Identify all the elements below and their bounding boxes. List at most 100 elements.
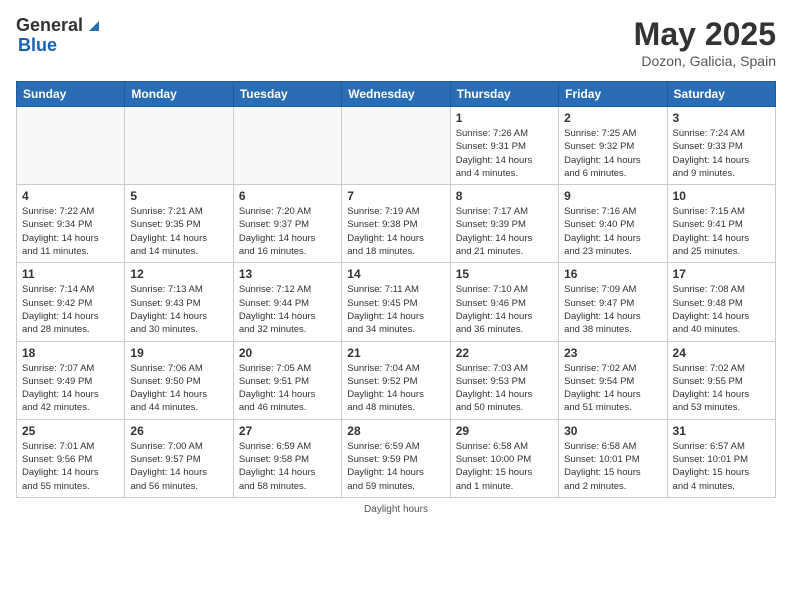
day-number: 18 [22,346,119,360]
day-number: 8 [456,189,553,203]
day-info: Sunrise: 6:59 AM Sunset: 9:59 PM Dayligh… [347,440,444,493]
day-info: Sunrise: 7:05 AM Sunset: 9:51 PM Dayligh… [239,362,336,415]
day-number: 21 [347,346,444,360]
calendar-cell: 11 Sunrise: 7:14 AM Sunset: 9:42 PM Dayli… [17,263,125,341]
calendar-cell: 4 Sunrise: 7:22 AM Sunset: 9:34 PM Daylig… [17,185,125,263]
day-info: Sunrise: 6:57 AM Sunset: 10:01 PM Daylig… [673,440,770,493]
footer-text: Daylight hours [364,504,428,515]
day-number: 14 [347,267,444,281]
day-number: 23 [564,346,661,360]
calendar-cell: 20 Sunrise: 7:05 AM Sunset: 9:51 PM Dayli… [233,341,341,419]
day-number: 7 [347,189,444,203]
day-number: 31 [673,424,770,438]
calendar-week-row: 18 Sunrise: 7:07 AM Sunset: 9:49 PM Dayli… [17,341,776,419]
calendar-cell: 12 Sunrise: 7:13 AM Sunset: 9:43 PM Dayli… [125,263,233,341]
day-info: Sunrise: 7:26 AM Sunset: 9:31 PM Dayligh… [456,127,553,180]
calendar-cell: 17Sunrise: 7:08 AM Sunset: 9:48 PM Dayli… [667,263,775,341]
calendar-cell: 13 Sunrise: 7:12 AM Sunset: 9:44 PM Dayli… [233,263,341,341]
logo-text-blue: Blue [18,36,103,56]
page-header: General Blue May 2025 Dozon, Galicia, Sp… [16,16,776,69]
calendar-cell: 15 Sunrise: 7:10 AM Sunset: 9:46 PM Dayli… [450,263,558,341]
day-number: 15 [456,267,553,281]
day-number: 11 [22,267,119,281]
calendar-cell: 30 Sunrise: 6:58 AM Sunset: 10:01 PM Dayl… [559,419,667,497]
day-number: 5 [130,189,227,203]
day-info: Sunrise: 7:11 AM Sunset: 9:45 PM Dayligh… [347,283,444,336]
day-number: 19 [130,346,227,360]
logo: General Blue [16,16,103,56]
day-number: 22 [456,346,553,360]
day-number: 12 [130,267,227,281]
day-info: Sunrise: 7:14 AM Sunset: 9:42 PM Dayligh… [22,283,119,336]
calendar-week-row: 1 Sunrise: 7:26 AM Sunset: 9:31 PM Daylig… [17,107,776,185]
calendar-week-row: 11 Sunrise: 7:14 AM Sunset: 9:42 PM Dayli… [17,263,776,341]
day-info: Sunrise: 7:17 AM Sunset: 9:39 PM Dayligh… [456,205,553,258]
calendar-day-header: Tuesday [233,82,341,107]
day-info: Sunrise: 7:04 AM Sunset: 9:52 PM Dayligh… [347,362,444,415]
day-info: Sunrise: 7:13 AM Sunset: 9:43 PM Dayligh… [130,283,227,336]
day-info: Sunrise: 7:07 AM Sunset: 9:49 PM Dayligh… [22,362,119,415]
day-number: 9 [564,189,661,203]
day-info: Sunrise: 6:58 AM Sunset: 10:01 PM Daylig… [564,440,661,493]
calendar-header-row: SundayMondayTuesdayWednesdayThursdayFrid… [17,82,776,107]
calendar-day-header: Monday [125,82,233,107]
calendar-cell: 29 Sunrise: 6:58 AM Sunset: 10:00 PM Dayl… [450,419,558,497]
day-number: 26 [130,424,227,438]
subtitle: Dozon, Galicia, Spain [634,53,776,69]
day-number: 17 [673,267,770,281]
day-info: Sunrise: 7:09 AM Sunset: 9:47 PM Dayligh… [564,283,661,336]
day-info: Sunrise: 7:02 AM Sunset: 9:55 PM Dayligh… [673,362,770,415]
day-info: Sunrise: 7:22 AM Sunset: 9:34 PM Dayligh… [22,205,119,258]
calendar-cell: 25Sunrise: 7:01 AM Sunset: 9:56 PM Dayli… [17,419,125,497]
calendar-day-header: Saturday [667,82,775,107]
calendar-cell: 3 Sunrise: 7:24 AM Sunset: 9:33 PM Daylig… [667,107,775,185]
day-info: Sunrise: 7:16 AM Sunset: 9:40 PM Dayligh… [564,205,661,258]
day-number: 4 [22,189,119,203]
day-info: Sunrise: 6:59 AM Sunset: 9:58 PM Dayligh… [239,440,336,493]
day-info: Sunrise: 7:20 AM Sunset: 9:37 PM Dayligh… [239,205,336,258]
day-info: Sunrise: 7:12 AM Sunset: 9:44 PM Dayligh… [239,283,336,336]
day-number: 30 [564,424,661,438]
footer: Daylight hours [16,504,776,515]
day-number: 29 [456,424,553,438]
day-info: Sunrise: 7:25 AM Sunset: 9:32 PM Dayligh… [564,127,661,180]
day-number: 25 [22,424,119,438]
day-info: Sunrise: 7:15 AM Sunset: 9:41 PM Dayligh… [673,205,770,258]
calendar-cell: 19Sunrise: 7:06 AM Sunset: 9:50 PM Dayli… [125,341,233,419]
day-number: 13 [239,267,336,281]
day-number: 20 [239,346,336,360]
calendar-cell: 18 Sunrise: 7:07 AM Sunset: 9:49 PM Dayli… [17,341,125,419]
calendar-cell: 28 Sunrise: 6:59 AM Sunset: 9:59 PM Dayli… [342,419,450,497]
day-number: 28 [347,424,444,438]
day-info: Sunrise: 6:58 AM Sunset: 10:00 PM Daylig… [456,440,553,493]
calendar-cell [17,107,125,185]
day-number: 1 [456,111,553,125]
day-number: 24 [673,346,770,360]
day-info: Sunrise: 7:21 AM Sunset: 9:35 PM Dayligh… [130,205,227,258]
day-number: 3 [673,111,770,125]
title-block: May 2025 Dozon, Galicia, Spain [634,16,776,69]
calendar-cell: 16Sunrise: 7:09 AM Sunset: 9:47 PM Dayli… [559,263,667,341]
day-info: Sunrise: 7:03 AM Sunset: 9:53 PM Dayligh… [456,362,553,415]
calendar-cell: 5 Sunrise: 7:21 AM Sunset: 9:35 PM Daylig… [125,185,233,263]
calendar-day-header: Wednesday [342,82,450,107]
day-info: Sunrise: 7:24 AM Sunset: 9:33 PM Dayligh… [673,127,770,180]
logo-triangle-icon [85,17,103,35]
calendar-cell: 10Sunrise: 7:15 AM Sunset: 9:41 PM Dayli… [667,185,775,263]
calendar-cell: 21 Sunrise: 7:04 AM Sunset: 9:52 PM Dayli… [342,341,450,419]
calendar-week-row: 25Sunrise: 7:01 AM Sunset: 9:56 PM Dayli… [17,419,776,497]
day-info: Sunrise: 7:19 AM Sunset: 9:38 PM Dayligh… [347,205,444,258]
calendar-week-row: 4 Sunrise: 7:22 AM Sunset: 9:34 PM Daylig… [17,185,776,263]
calendar-table: SundayMondayTuesdayWednesdayThursdayFrid… [16,81,776,498]
calendar-day-header: Sunday [17,82,125,107]
calendar-cell: 22 Sunrise: 7:03 AM Sunset: 9:53 PM Dayli… [450,341,558,419]
calendar-cell: 14 Sunrise: 7:11 AM Sunset: 9:45 PM Dayli… [342,263,450,341]
calendar-cell [125,107,233,185]
day-number: 2 [564,111,661,125]
calendar-cell: 26Sunrise: 7:00 AM Sunset: 9:57 PM Dayli… [125,419,233,497]
main-title: May 2025 [634,16,776,53]
calendar-cell: 6Sunrise: 7:20 AM Sunset: 9:37 PM Daylig… [233,185,341,263]
day-info: Sunrise: 7:10 AM Sunset: 9:46 PM Dayligh… [456,283,553,336]
calendar-cell: 24 Sunrise: 7:02 AM Sunset: 9:55 PM Dayli… [667,341,775,419]
calendar-cell: 2 Sunrise: 7:25 AM Sunset: 9:32 PM Daylig… [559,107,667,185]
